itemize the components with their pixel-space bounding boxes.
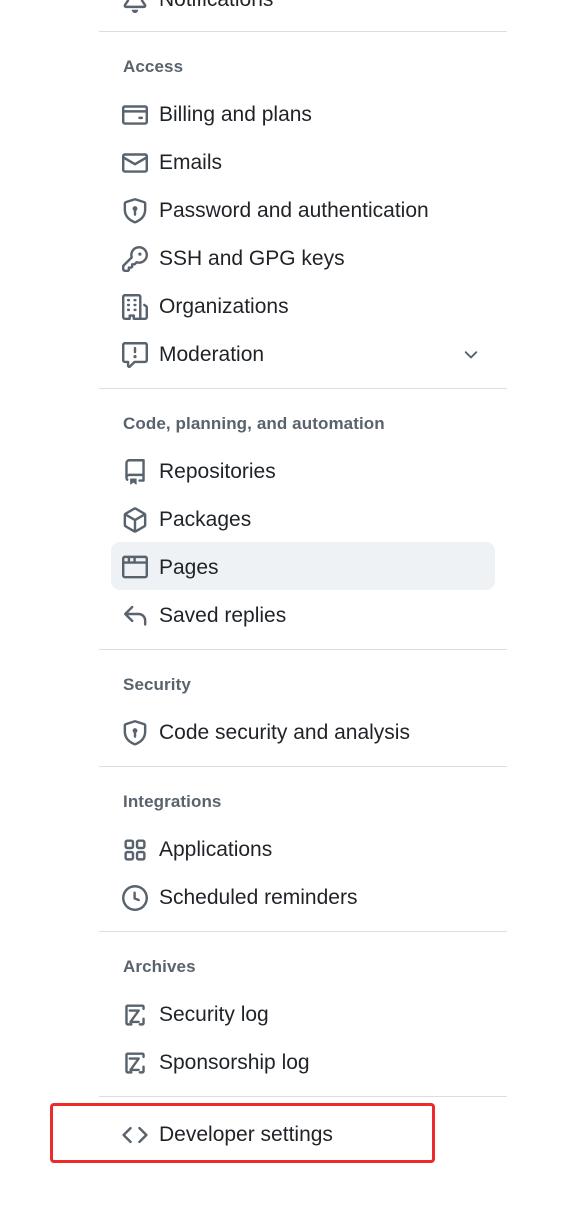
- mail-icon: [122, 150, 148, 176]
- sidebar-item-label: Notifications: [159, 0, 273, 12]
- sidebar-item-security-log[interactable]: Security log: [111, 991, 495, 1039]
- shield-lock-icon: [122, 198, 148, 224]
- code-icon: [122, 1122, 148, 1148]
- sidebar-item-label: Moderation: [159, 343, 265, 366]
- sidebar-item-sponsorship-log[interactable]: Sponsorship log: [111, 1039, 495, 1087]
- sidebar-item-label: Password and authentication: [159, 199, 429, 222]
- section-title-archives: Archives: [123, 957, 196, 976]
- sidebar-item-label: Developer settings: [159, 1123, 333, 1146]
- sidebar-item-organizations[interactable]: Organizations: [111, 283, 495, 331]
- sidebar-item-developer-settings[interactable]: Developer settings: [111, 1111, 495, 1159]
- sidebar-item-saved-replies[interactable]: Saved replies: [111, 592, 495, 640]
- sidebar-item-label: SSH and GPG keys: [159, 247, 345, 270]
- section-title-integrations: Integrations: [123, 792, 222, 811]
- section-title-access: Access: [123, 57, 184, 76]
- divider: [99, 931, 507, 932]
- browser-icon: [122, 554, 148, 580]
- chevron-down-icon[interactable]: [461, 345, 481, 365]
- reply-icon: [122, 603, 148, 629]
- sidebar-item-emails[interactable]: Emails: [111, 139, 495, 187]
- sidebar-item-label: Packages: [159, 508, 252, 531]
- sidebar-item-label: Applications: [159, 838, 273, 861]
- sidebar-item-ssh-gpg[interactable]: SSH and GPG keys: [111, 235, 495, 283]
- sidebar-item-applications[interactable]: Applications: [111, 826, 495, 874]
- package-icon: [122, 507, 148, 533]
- key-icon: [122, 246, 148, 272]
- sidebar-item-notifications[interactable]: Notifications: [111, 0, 495, 24]
- bell-icon: [122, 0, 148, 13]
- sidebar-item-label: Code security and analysis: [159, 721, 410, 744]
- sidebar-item-packages[interactable]: Packages: [111, 496, 495, 544]
- sidebar-item-label: Organizations: [159, 295, 289, 318]
- sidebar-item-moderation[interactable]: Moderation: [111, 331, 495, 379]
- section-title-security: Security: [123, 675, 191, 694]
- sidebar-item-label: Billing and plans: [159, 103, 312, 126]
- sidebar-item-label: Sponsorship log: [159, 1051, 310, 1074]
- divider: [99, 31, 507, 32]
- sidebar-item-label: Emails: [159, 151, 223, 174]
- apps-icon: [122, 837, 148, 863]
- credit-card-icon: [122, 102, 148, 128]
- clock-icon: [122, 885, 148, 911]
- repo-icon: [122, 459, 148, 485]
- divider: [99, 649, 507, 650]
- sidebar-item-code-security[interactable]: Code security and analysis: [111, 709, 495, 757]
- shield-lock-icon: [122, 720, 148, 746]
- sidebar-item-billing[interactable]: Billing and plans: [111, 91, 495, 139]
- section-title-code-planning: Code, planning, and automation: [123, 414, 385, 433]
- sidebar-item-password-auth[interactable]: Password and authentication: [111, 187, 495, 235]
- sidebar-item-label: Security log: [159, 1003, 269, 1026]
- sidebar-item-pages[interactable]: Pages: [111, 542, 495, 590]
- sidebar-item-label: Pages: [159, 556, 219, 579]
- settings-sidebar-nav: Notifications Access Billing and plans E…: [0, 0, 570, 1215]
- log-icon: [122, 1002, 148, 1028]
- divider: [99, 766, 507, 767]
- sidebar-item-label: Repositories: [159, 460, 276, 483]
- divider: [99, 1096, 507, 1097]
- sidebar-item-label: Saved replies: [159, 604, 287, 627]
- report-icon: [122, 342, 148, 368]
- organization-icon: [122, 294, 148, 320]
- log-icon: [122, 1050, 148, 1076]
- sidebar-item-repositories[interactable]: Repositories: [111, 448, 495, 496]
- divider: [99, 388, 507, 389]
- sidebar-item-label: Scheduled reminders: [159, 886, 358, 909]
- sidebar-item-scheduled-reminders[interactable]: Scheduled reminders: [111, 874, 495, 922]
